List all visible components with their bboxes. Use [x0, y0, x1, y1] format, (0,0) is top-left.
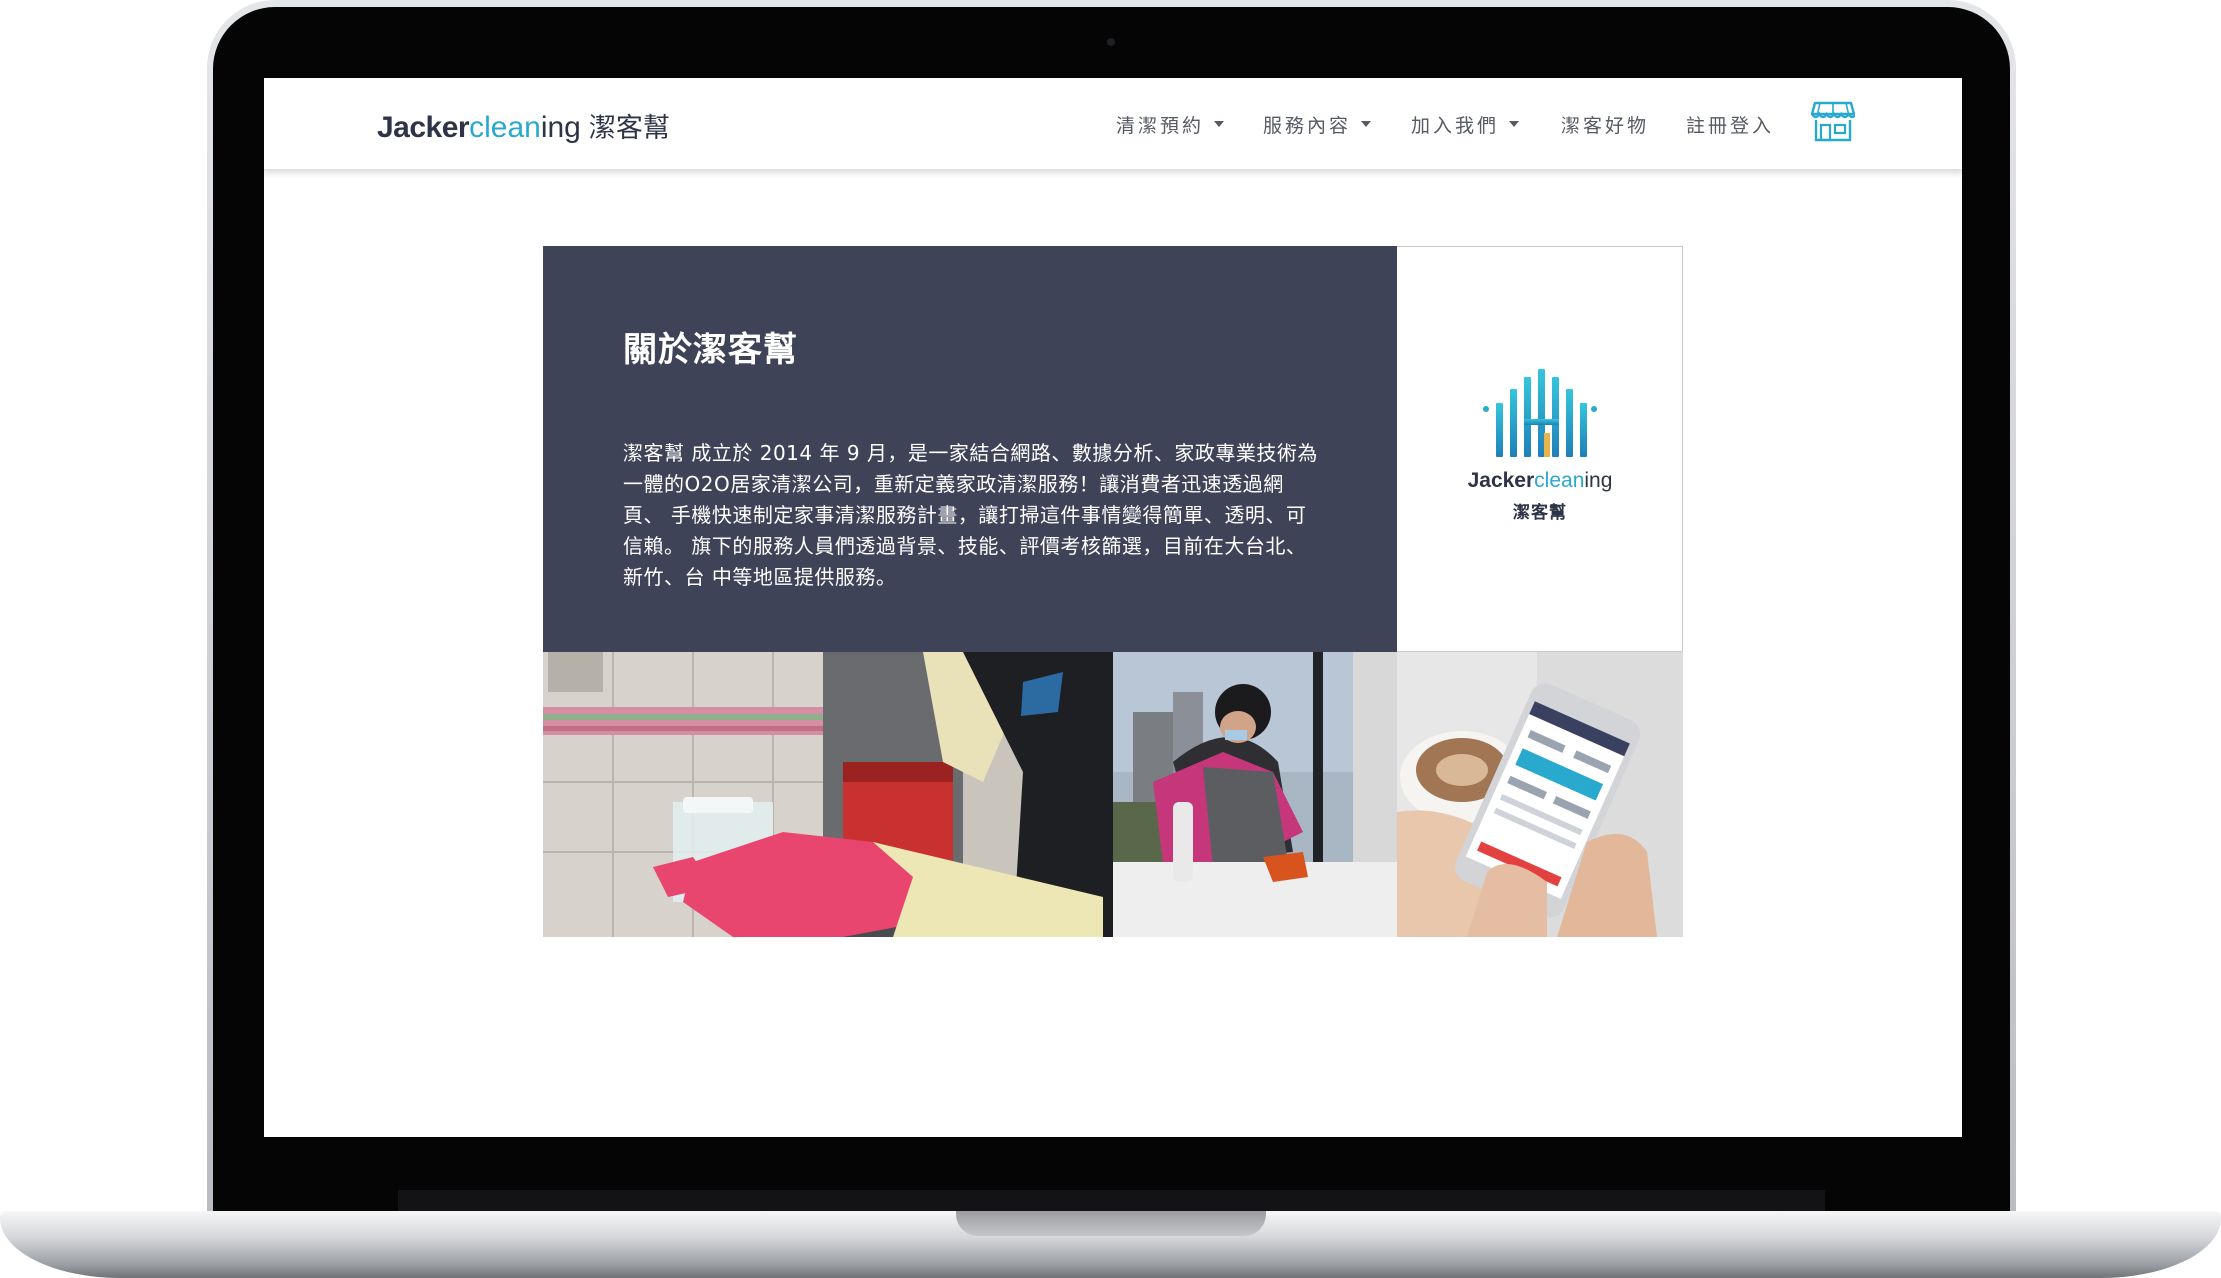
nav-item-services[interactable]: 服務內容	[1263, 108, 1372, 140]
nav-item-label: 加入我們	[1411, 114, 1500, 137]
logo-wordmark: Jackercleaning	[1397, 469, 1683, 493]
photo-cleaner-wiping	[1113, 652, 1397, 937]
nav-item-booking[interactable]: 清潔預約	[1116, 108, 1225, 140]
brand-part-3: ing	[540, 111, 581, 144]
top-navbar: Jacker clean ing 潔客幫 清潔預約 服務內容 加入我們 潔客好物 註冊…	[264, 78, 1962, 169]
brand-chinese: 潔客幫	[588, 113, 670, 144]
nav-item-label: 清潔預約	[1116, 114, 1205, 137]
logo-part-2: clean	[1534, 469, 1585, 492]
nav-item-join-us[interactable]: 加入我們	[1411, 108, 1520, 140]
storefront-icon[interactable]	[1811, 100, 1855, 142]
photo-cleaning-kitchen	[543, 652, 1113, 937]
photo-phone-app	[1397, 652, 1683, 937]
laptop-notch	[956, 1211, 1266, 1236]
logo-panel: Jackercleaning 潔客幫	[1397, 246, 1683, 652]
house-logo-icon	[1483, 369, 1597, 457]
logo-chinese: 潔客幫	[1513, 503, 1567, 523]
caret-down-icon	[1214, 121, 1225, 127]
navbar-shadow	[264, 169, 1962, 179]
brand-part-2: clean	[469, 111, 541, 144]
website-screen: Jacker clean ing 潔客幫 清潔預約 服務內容 加入我們 潔客好物 註冊…	[264, 78, 1962, 1137]
logo-part-1: Jacker	[1467, 469, 1535, 492]
caret-down-icon	[1361, 121, 1372, 127]
nav-item-register-login[interactable]: 註冊登入	[1686, 108, 1774, 140]
brand-part-1: Jacker	[377, 111, 470, 144]
about-section: 關於潔客幫 潔客幫 成立於 2014 年 9 月，是一家結合網路、數據分析、家政…	[543, 246, 1397, 652]
brand-logo[interactable]: Jacker clean ing 潔客幫	[377, 106, 670, 146]
about-description: 潔客幫 成立於 2014 年 9 月，是一家結合網路、數據分析、家政專業技術為一…	[623, 441, 1318, 589]
nav-item-goods[interactable]: 潔客好物	[1561, 108, 1649, 140]
nav-item-label: 註冊登入	[1686, 114, 1775, 137]
nav-item-label: 服務內容	[1263, 114, 1352, 137]
about-title: 關於潔客幫	[623, 330, 798, 370]
logo-part-3: ing	[1584, 469, 1613, 492]
nav-item-label: 潔客好物	[1561, 114, 1650, 137]
webcam	[1107, 38, 1115, 46]
caret-down-icon	[1509, 121, 1520, 127]
